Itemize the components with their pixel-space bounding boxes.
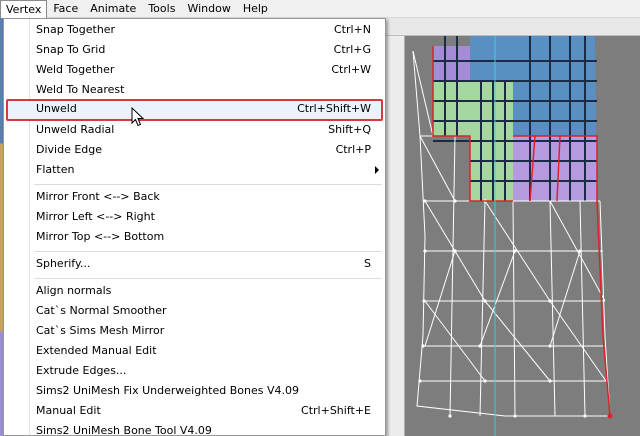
menu-item-mirror-left-right[interactable]: Mirror Left <--> Right bbox=[6, 207, 383, 227]
menu-item-snap-together[interactable]: Snap Together Ctrl+N bbox=[6, 20, 383, 40]
menu-item-snap-to-grid[interactable]: Snap To Grid Ctrl+G bbox=[6, 40, 383, 60]
viewport-toolbar bbox=[385, 18, 640, 36]
arrow-cursor-icon bbox=[131, 107, 145, 127]
menu-item-cats-sims-mesh-mirror[interactable]: Cat`s Sims Mesh Mirror bbox=[6, 321, 383, 341]
menu-item-shortcut: Ctrl+W bbox=[331, 63, 371, 76]
menu-item-spherify[interactable]: Spherify... S bbox=[6, 254, 383, 274]
menu-item-unimesh-fix-bones[interactable]: Sims2 UniMesh Fix Underweighted Bones V4… bbox=[6, 381, 383, 401]
menu-item-label: Mirror Front <--> Back bbox=[36, 190, 160, 203]
menu-item-label: Flatten bbox=[36, 163, 75, 176]
selected-vertex bbox=[607, 413, 613, 419]
mesh-wireframe bbox=[412, 36, 613, 436]
menu-item-label: Unweld Radial bbox=[36, 123, 115, 136]
menu-window[interactable]: Window bbox=[181, 0, 236, 18]
menu-item-extrude-edges[interactable]: Extrude Edges... bbox=[6, 361, 383, 381]
menu-item-label: Mirror Top <--> Bottom bbox=[36, 230, 165, 243]
menu-item-label: Snap Together bbox=[36, 23, 116, 36]
submenu-arrow-icon bbox=[375, 166, 379, 174]
menu-animate[interactable]: Animate bbox=[84, 0, 142, 18]
menu-item-label: Spherify... bbox=[36, 257, 91, 270]
menu-item-shortcut: Ctrl+Shift+E bbox=[301, 404, 371, 417]
menu-item-shortcut: Ctrl+P bbox=[335, 143, 371, 156]
menu-item-label: Manual Edit bbox=[36, 404, 101, 417]
menu-item-shortcut: S bbox=[364, 257, 371, 270]
menu-item-label: Cat`s Normal Smoother bbox=[36, 304, 167, 317]
menu-item-weld-together[interactable]: Weld Together Ctrl+W bbox=[6, 60, 383, 80]
menu-separator bbox=[34, 278, 382, 279]
menu-item-mirror-front-back[interactable]: Mirror Front <--> Back bbox=[6, 187, 383, 207]
mesh-viewport[interactable] bbox=[385, 36, 640, 436]
menu-item-weld-to-nearest[interactable]: Weld To Nearest bbox=[6, 80, 383, 100]
menu-item-shortcut: Ctrl+N bbox=[333, 23, 371, 36]
menu-bar: Vertex Face Animate Tools Window Help bbox=[0, 0, 640, 18]
menu-tools[interactable]: Tools bbox=[142, 0, 181, 18]
menu-item-label: Extended Manual Edit bbox=[36, 344, 157, 357]
menu-item-shortcut: Ctrl+Shift+W bbox=[297, 102, 371, 115]
menu-item-label: Unweld bbox=[36, 102, 77, 115]
menu-item-label: Align normals bbox=[36, 284, 112, 297]
menu-item-label: Sims2 UniMesh Bone Tool V4.09 bbox=[36, 424, 212, 436]
menu-item-shortcut: Shift+Q bbox=[328, 123, 371, 136]
menu-item-label: Divide Edge bbox=[36, 143, 103, 156]
menu-item-flatten[interactable]: Flatten bbox=[6, 160, 383, 180]
menu-item-cats-normal-smoother[interactable]: Cat`s Normal Smoother bbox=[6, 301, 383, 321]
menu-item-divide-edge[interactable]: Divide Edge Ctrl+P bbox=[6, 140, 383, 160]
menu-help[interactable]: Help bbox=[237, 0, 274, 18]
menu-item-unimesh-bone-tool[interactable]: Sims2 UniMesh Bone Tool V4.09 bbox=[6, 421, 383, 436]
menu-item-mirror-top-bottom[interactable]: Mirror Top <--> Bottom bbox=[6, 227, 383, 247]
menu-item-extended-manual-edit[interactable]: Extended Manual Edit bbox=[6, 341, 383, 361]
menu-item-label: Weld Together bbox=[36, 63, 115, 76]
menu-vertex[interactable]: Vertex bbox=[0, 0, 48, 18]
menu-item-align-normals[interactable]: Align normals bbox=[6, 281, 383, 301]
menu-item-unweld[interactable]: Unweld Ctrl+Shift+W bbox=[6, 99, 383, 121]
menu-item-shortcut: Ctrl+G bbox=[333, 43, 371, 56]
menu-item-label: Cat`s Sims Mesh Mirror bbox=[36, 324, 165, 337]
menu-separator bbox=[34, 184, 382, 185]
menu-item-label: Sims2 UniMesh Fix Underweighted Bones V4… bbox=[36, 384, 299, 397]
menu-separator bbox=[34, 251, 382, 252]
menu-face[interactable]: Face bbox=[47, 0, 84, 18]
menu-item-label: Snap To Grid bbox=[36, 43, 106, 56]
menu-item-label: Extrude Edges... bbox=[36, 364, 127, 377]
menu-item-manual-edit[interactable]: Manual Edit Ctrl+Shift+E bbox=[6, 401, 383, 421]
menu-item-label: Weld To Nearest bbox=[36, 83, 125, 96]
vertex-menu-dropdown: Snap Together Ctrl+N Snap To Grid Ctrl+G… bbox=[3, 18, 386, 436]
menu-item-unweld-radial[interactable]: Unweld Radial Shift+Q bbox=[6, 120, 383, 140]
menu-item-label: Mirror Left <--> Right bbox=[36, 210, 155, 223]
